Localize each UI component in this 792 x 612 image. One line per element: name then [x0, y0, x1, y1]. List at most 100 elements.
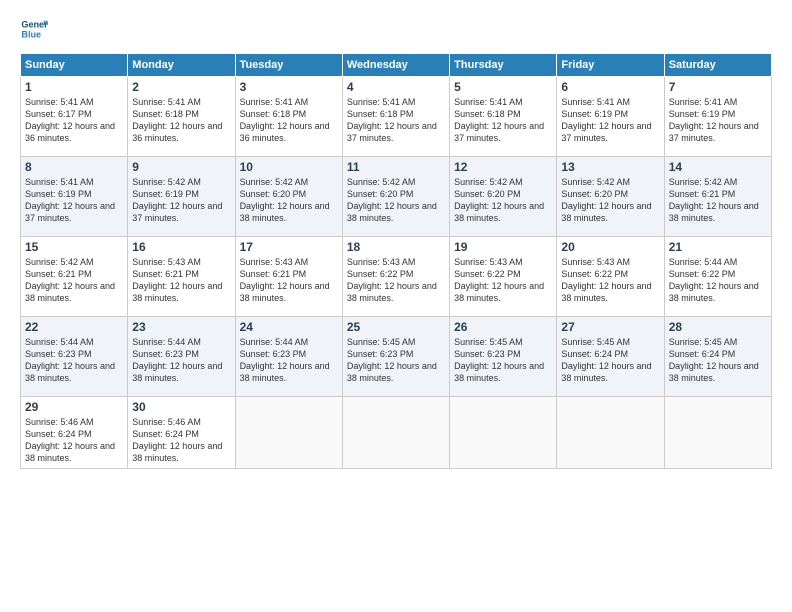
daylight-label: Daylight: 12 hours and 38 minutes. — [454, 201, 544, 223]
calendar-cell: 30 Sunrise: 5:46 AM Sunset: 6:24 PM Dayl… — [128, 397, 235, 469]
calendar-cell: 19 Sunrise: 5:43 AM Sunset: 6:22 PM Dayl… — [450, 237, 557, 317]
day-info: Sunrise: 5:41 AM Sunset: 6:17 PM Dayligh… — [25, 96, 123, 145]
calendar-cell: 11 Sunrise: 5:42 AM Sunset: 6:20 PM Dayl… — [342, 157, 449, 237]
calendar-cell: 16 Sunrise: 5:43 AM Sunset: 6:21 PM Dayl… — [128, 237, 235, 317]
sunrise-label: Sunrise: 5:43 AM — [240, 257, 309, 267]
sunrise-label: Sunrise: 5:46 AM — [132, 417, 201, 427]
sunrise-label: Sunrise: 5:45 AM — [454, 337, 523, 347]
sunset-label: Sunset: 6:17 PM — [25, 109, 92, 119]
day-number: 27 — [561, 320, 659, 334]
daylight-label: Daylight: 12 hours and 38 minutes. — [347, 201, 437, 223]
day-number: 23 — [132, 320, 230, 334]
daylight-label: Daylight: 12 hours and 38 minutes. — [347, 281, 437, 303]
calendar-cell: 24 Sunrise: 5:44 AM Sunset: 6:23 PM Dayl… — [235, 317, 342, 397]
daylight-label: Daylight: 12 hours and 36 minutes. — [240, 121, 330, 143]
sunset-label: Sunset: 6:18 PM — [347, 109, 414, 119]
calendar-week-2: 8 Sunrise: 5:41 AM Sunset: 6:19 PM Dayli… — [21, 157, 772, 237]
day-number: 12 — [454, 160, 552, 174]
daylight-label: Daylight: 12 hours and 38 minutes. — [25, 441, 115, 463]
sunset-label: Sunset: 6:19 PM — [561, 109, 628, 119]
sunrise-label: Sunrise: 5:46 AM — [25, 417, 94, 427]
calendar-cell: 8 Sunrise: 5:41 AM Sunset: 6:19 PM Dayli… — [21, 157, 128, 237]
svg-text:Blue: Blue — [21, 29, 41, 39]
day-number: 13 — [561, 160, 659, 174]
day-number: 3 — [240, 80, 338, 94]
day-number: 30 — [132, 400, 230, 414]
sunset-label: Sunset: 6:19 PM — [669, 109, 736, 119]
calendar-header-thursday: Thursday — [450, 54, 557, 77]
calendar-cell: 27 Sunrise: 5:45 AM Sunset: 6:24 PM Dayl… — [557, 317, 664, 397]
day-info: Sunrise: 5:44 AM Sunset: 6:23 PM Dayligh… — [25, 336, 123, 385]
calendar-cell: 14 Sunrise: 5:42 AM Sunset: 6:21 PM Dayl… — [664, 157, 771, 237]
calendar-week-3: 15 Sunrise: 5:42 AM Sunset: 6:21 PM Dayl… — [21, 237, 772, 317]
sunset-label: Sunset: 6:21 PM — [669, 189, 736, 199]
daylight-label: Daylight: 12 hours and 38 minutes. — [669, 281, 759, 303]
day-number: 5 — [454, 80, 552, 94]
sunrise-label: Sunrise: 5:42 AM — [454, 177, 523, 187]
logo-icon: General Blue — [20, 15, 48, 43]
day-info: Sunrise: 5:43 AM Sunset: 6:22 PM Dayligh… — [347, 256, 445, 305]
calendar-header-monday: Monday — [128, 54, 235, 77]
daylight-label: Daylight: 12 hours and 37 minutes. — [25, 201, 115, 223]
header: General Blue — [20, 15, 772, 43]
sunset-label: Sunset: 6:24 PM — [561, 349, 628, 359]
sunset-label: Sunset: 6:20 PM — [561, 189, 628, 199]
logo: General Blue — [20, 15, 52, 43]
sunrise-label: Sunrise: 5:45 AM — [669, 337, 738, 347]
daylight-label: Daylight: 12 hours and 36 minutes. — [132, 121, 222, 143]
page: General Blue SundayMondayTuesdayWednesda… — [0, 0, 792, 612]
sunset-label: Sunset: 6:21 PM — [25, 269, 92, 279]
day-number: 17 — [240, 240, 338, 254]
day-info: Sunrise: 5:41 AM Sunset: 6:18 PM Dayligh… — [454, 96, 552, 145]
sunset-label: Sunset: 6:22 PM — [454, 269, 521, 279]
sunrise-label: Sunrise: 5:42 AM — [669, 177, 738, 187]
daylight-label: Daylight: 12 hours and 38 minutes. — [561, 201, 651, 223]
daylight-label: Daylight: 12 hours and 38 minutes. — [454, 361, 544, 383]
calendar-cell: 6 Sunrise: 5:41 AM Sunset: 6:19 PM Dayli… — [557, 77, 664, 157]
day-info: Sunrise: 5:41 AM Sunset: 6:19 PM Dayligh… — [561, 96, 659, 145]
day-info: Sunrise: 5:45 AM Sunset: 6:24 PM Dayligh… — [669, 336, 767, 385]
calendar-table: SundayMondayTuesdayWednesdayThursdayFrid… — [20, 53, 772, 469]
sunrise-label: Sunrise: 5:44 AM — [669, 257, 738, 267]
calendar-cell: 9 Sunrise: 5:42 AM Sunset: 6:19 PM Dayli… — [128, 157, 235, 237]
day-info: Sunrise: 5:43 AM Sunset: 6:21 PM Dayligh… — [132, 256, 230, 305]
calendar-cell: 26 Sunrise: 5:45 AM Sunset: 6:23 PM Dayl… — [450, 317, 557, 397]
day-info: Sunrise: 5:42 AM Sunset: 6:20 PM Dayligh… — [454, 176, 552, 225]
calendar-cell: 1 Sunrise: 5:41 AM Sunset: 6:17 PM Dayli… — [21, 77, 128, 157]
sunset-label: Sunset: 6:21 PM — [240, 269, 307, 279]
daylight-label: Daylight: 12 hours and 38 minutes. — [561, 281, 651, 303]
sunrise-label: Sunrise: 5:42 AM — [561, 177, 630, 187]
day-number: 4 — [347, 80, 445, 94]
sunset-label: Sunset: 6:22 PM — [669, 269, 736, 279]
calendar-header-saturday: Saturday — [664, 54, 771, 77]
sunrise-label: Sunrise: 5:42 AM — [240, 177, 309, 187]
sunset-label: Sunset: 6:18 PM — [132, 109, 199, 119]
sunset-label: Sunset: 6:20 PM — [347, 189, 414, 199]
day-info: Sunrise: 5:44 AM Sunset: 6:23 PM Dayligh… — [132, 336, 230, 385]
sunset-label: Sunset: 6:23 PM — [25, 349, 92, 359]
sunrise-label: Sunrise: 5:42 AM — [347, 177, 416, 187]
daylight-label: Daylight: 12 hours and 38 minutes. — [240, 361, 330, 383]
sunrise-label: Sunrise: 5:43 AM — [132, 257, 201, 267]
day-number: 7 — [669, 80, 767, 94]
sunrise-label: Sunrise: 5:41 AM — [132, 97, 201, 107]
day-info: Sunrise: 5:46 AM Sunset: 6:24 PM Dayligh… — [25, 416, 123, 465]
day-info: Sunrise: 5:41 AM Sunset: 6:19 PM Dayligh… — [25, 176, 123, 225]
day-number: 18 — [347, 240, 445, 254]
calendar-header-sunday: Sunday — [21, 54, 128, 77]
day-info: Sunrise: 5:42 AM Sunset: 6:20 PM Dayligh… — [347, 176, 445, 225]
calendar-cell — [557, 397, 664, 469]
calendar-cell: 29 Sunrise: 5:46 AM Sunset: 6:24 PM Dayl… — [21, 397, 128, 469]
day-number: 8 — [25, 160, 123, 174]
calendar-week-4: 22 Sunrise: 5:44 AM Sunset: 6:23 PM Dayl… — [21, 317, 772, 397]
calendar-header-tuesday: Tuesday — [235, 54, 342, 77]
day-number: 22 — [25, 320, 123, 334]
daylight-label: Daylight: 12 hours and 37 minutes. — [454, 121, 544, 143]
calendar-header-row: SundayMondayTuesdayWednesdayThursdayFrid… — [21, 54, 772, 77]
sunrise-label: Sunrise: 5:41 AM — [561, 97, 630, 107]
calendar-cell: 28 Sunrise: 5:45 AM Sunset: 6:24 PM Dayl… — [664, 317, 771, 397]
sunrise-label: Sunrise: 5:41 AM — [347, 97, 416, 107]
calendar-cell — [235, 397, 342, 469]
calendar-cell: 3 Sunrise: 5:41 AM Sunset: 6:18 PM Dayli… — [235, 77, 342, 157]
daylight-label: Daylight: 12 hours and 37 minutes. — [347, 121, 437, 143]
